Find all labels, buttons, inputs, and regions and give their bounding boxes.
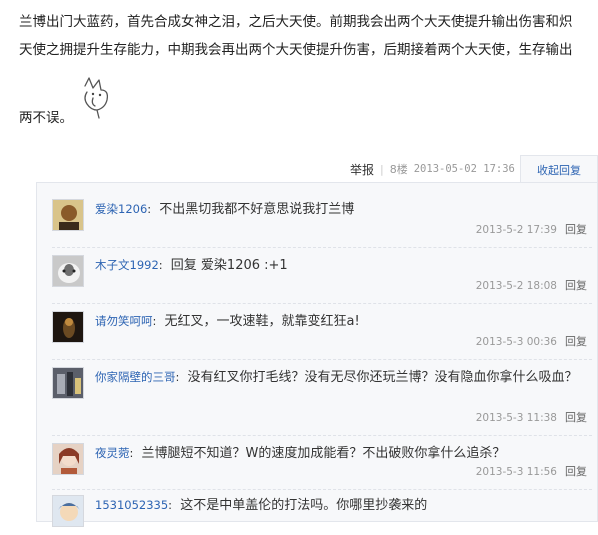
collapse-replies-button[interactable]: 收起回复 — [520, 155, 598, 183]
list-item: 1531052335: 这不是中单盖伦的打法吗。你哪里抄袭来的 — [52, 495, 592, 535]
reply-text: 不出黑切我都不好意思说我打兰博 — [159, 202, 355, 217]
reply-username[interactable]: 1531052335 — [95, 498, 168, 512]
reply-text: 这不是中单盖伦的打法吗。你哪里抄袭来的 — [180, 498, 428, 513]
reply-button[interactable]: 回复 — [565, 279, 587, 292]
reply-button[interactable]: 回复 — [565, 465, 587, 478]
list-item: 你家隔壁的三哥: 没有红叉你打毛线？没有无尽你还玩兰博？没有隐血你拿什么吸血？ … — [52, 367, 592, 436]
reply-username[interactable]: 请勿笑呵呵 — [95, 314, 153, 328]
avatar[interactable] — [52, 199, 84, 231]
reply-username[interactable]: 爱染1206 — [95, 202, 147, 216]
hand-drawn-emoticon-icon — [84, 77, 109, 119]
post-line: 两不误。 — [19, 110, 73, 126]
post-date: 2013-05-02 17:36 — [413, 163, 515, 175]
list-item: 夜灵菀: 兰博腿短不知道？W的速度加成能看？不出破败你拿什么追杀？ 2013-5… — [52, 443, 592, 490]
avatar[interactable] — [52, 443, 84, 475]
reply-button[interactable]: 回复 — [565, 411, 587, 424]
floor-number: 8楼 — [389, 163, 408, 176]
reply-time: 2013-5-2 17:39 — [475, 224, 557, 236]
reply-time: 2013-5-3 11:38 — [475, 412, 557, 424]
reply-time: 2013-5-3 11:56 — [475, 466, 557, 478]
post-line: 兰博出门大蓝药，首先合成女神之泪，之后大天使。前期我会出两个大天使提升输出伤害和… — [19, 14, 573, 30]
reply-button[interactable]: 回复 — [565, 335, 587, 348]
reply-username[interactable]: 你家隔壁的三哥 — [95, 370, 176, 384]
reply-text: 回复 爱染1206 :+1 — [170, 258, 288, 273]
reply-username[interactable]: 木子文1992 — [95, 258, 159, 272]
avatar[interactable] — [52, 495, 84, 527]
reply-username[interactable]: 夜灵菀 — [95, 446, 130, 460]
report-link[interactable]: 举报 — [350, 161, 374, 178]
reply-list: 爱染1206: 不出黑切我都不好意思说我打兰博 2013-5-2 17:39 回复… — [36, 182, 598, 527]
avatar[interactable] — [52, 367, 84, 399]
reply-text: 无红叉，一攻速鞋，就靠变红狂a! — [164, 314, 360, 329]
reply-time: 2013-5-2 18:08 — [475, 280, 557, 292]
reply-text: 兰博腿短不知道？W的速度加成能看？不出破败你拿什么追杀？ — [141, 446, 506, 461]
divider: | — [380, 162, 384, 176]
reply-time: 2013-5-3 00:36 — [475, 336, 557, 348]
avatar[interactable] — [52, 255, 84, 287]
list-item: 请勿笑呵呵: 无红叉，一攻速鞋，就靠变红狂a! 2013-5-3 00:36 回复 — [52, 311, 592, 360]
reply-text: 没有红叉你打毛线？没有无尽你还玩兰博？没有隐血你拿什么吸血？ — [187, 370, 578, 385]
list-item: 爱染1206: 不出黑切我都不好意思说我打兰博 2013-5-2 17:39 回复 — [52, 199, 592, 248]
avatar[interactable] — [52, 311, 84, 343]
post-body: 兰博出门大蓝药，首先合成女神之泪，之后大天使。前期我会出两个大天使提升输出伤害和… — [19, 8, 594, 132]
reply-button[interactable]: 回复 — [565, 223, 587, 236]
list-item: 木子文1992: 回复 爱染1206 :+1 2013-5-2 18:08 回复 — [52, 255, 592, 304]
post-line: 天使之拥提升生存能力，中期我会再出两个大天使提升伤害，后期接着两个大天使，生存输… — [19, 42, 573, 58]
